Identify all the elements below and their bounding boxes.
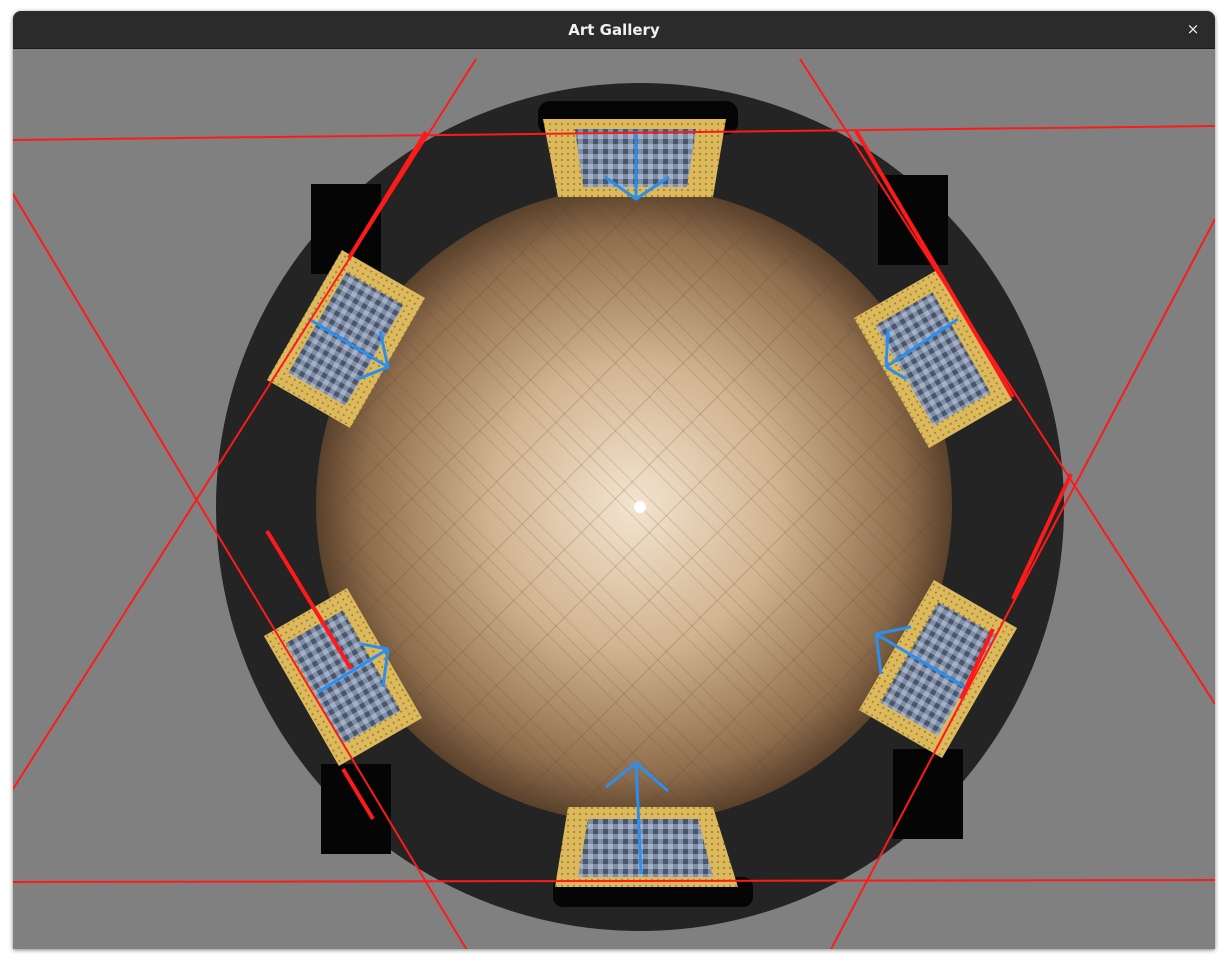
gallery-scene [13, 58, 1215, 949]
center-marker [634, 501, 646, 513]
floor-texture [316, 187, 952, 823]
close-icon[interactable]: × [1181, 17, 1205, 41]
painting-bottom[interactable] [555, 807, 738, 887]
title-bar[interactable]: Art Gallery × [13, 11, 1215, 49]
app-window: Art Gallery × [13, 11, 1215, 949]
gallery-viewport[interactable] [13, 49, 1215, 949]
window-title: Art Gallery [568, 20, 660, 39]
